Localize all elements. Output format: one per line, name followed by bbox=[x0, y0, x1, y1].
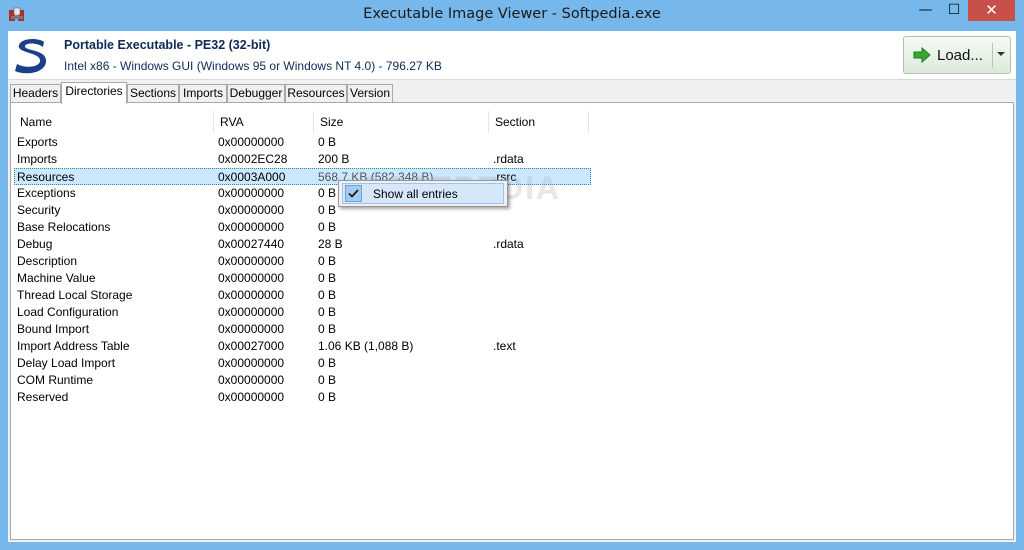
tab-resources[interactable]: Resources bbox=[285, 84, 347, 102]
cell-rva: 0x00000000 bbox=[218, 271, 285, 285]
cell-size: 0 B bbox=[318, 356, 337, 370]
cell-rva: 0x0002EC28 bbox=[218, 152, 288, 166]
cell-name: Import Address Table bbox=[17, 339, 130, 353]
tab-headers[interactable]: Headers bbox=[10, 84, 61, 102]
cell-name: Thread Local Storage bbox=[17, 288, 133, 302]
cell-size: 0 B bbox=[318, 254, 337, 268]
file-header: Portable Executable - PE32 (32-bit) Inte… bbox=[8, 31, 1016, 80]
cell-size: 0 B bbox=[318, 390, 337, 404]
column-header-rva[interactable]: RVA bbox=[214, 111, 314, 133]
context-menu: Show all entries bbox=[338, 180, 508, 207]
cell-size: 0 B bbox=[318, 186, 337, 200]
table-row[interactable]: Delay Load Import 0x00000000 0 B bbox=[14, 355, 591, 372]
app-window: Executable Image Viewer - Softpedia.exe … bbox=[0, 0, 1024, 550]
cell-rva: 0x00000000 bbox=[218, 135, 285, 149]
cell-rva: 0x00027000 bbox=[218, 339, 285, 353]
cell-name: Debug bbox=[17, 237, 53, 251]
column-header-size[interactable]: Size bbox=[314, 111, 489, 133]
cell-section: .text bbox=[493, 339, 516, 353]
cell-name: Description bbox=[17, 254, 78, 268]
cell-name: Delay Load Import bbox=[17, 356, 116, 370]
menu-item-label: Show all entries bbox=[373, 187, 458, 201]
tab-imports[interactable]: Imports bbox=[179, 84, 227, 102]
client-area: Portable Executable - PE32 (32-bit) Inte… bbox=[8, 31, 1016, 542]
directories-panel: Name RVA Size Section Exports 0x00000000… bbox=[10, 102, 1014, 540]
cell-name: Base Relocations bbox=[17, 220, 111, 234]
window-title: Executable Image Viewer - Softpedia.exe bbox=[363, 6, 661, 22]
table-row[interactable]: Imports 0x0002EC28 200 B .rdata bbox=[14, 151, 591, 168]
cell-rva: 0x00000000 bbox=[218, 220, 285, 234]
maximize-button[interactable]: ☐ bbox=[940, 0, 968, 21]
cell-section: .rdata bbox=[493, 152, 524, 166]
softpedia-logo bbox=[15, 38, 47, 74]
cell-name: Security bbox=[17, 203, 61, 217]
table-row[interactable]: Description 0x00000000 0 B bbox=[14, 253, 591, 270]
cell-rva: 0x00000000 bbox=[218, 186, 285, 200]
column-header-name[interactable]: Name bbox=[14, 111, 214, 133]
file-type-label: Portable Executable - PE32 (32-bit) bbox=[64, 38, 271, 52]
cell-rva: 0x00000000 bbox=[218, 203, 285, 217]
cell-rva: 0x00000000 bbox=[218, 322, 285, 336]
cell-size: 0 B bbox=[318, 288, 337, 302]
cell-section: .rdata bbox=[493, 237, 524, 251]
cell-name: Load Configuration bbox=[17, 305, 119, 319]
cell-name: Exceptions bbox=[17, 186, 76, 200]
cell-size: 0 B bbox=[318, 322, 337, 336]
cell-size: 200 B bbox=[318, 152, 350, 166]
table-row[interactable]: Exports 0x00000000 0 B bbox=[14, 134, 591, 151]
checkmark-icon bbox=[345, 185, 362, 202]
cell-size: 28 B bbox=[318, 237, 343, 251]
table-row[interactable]: Base Relocations 0x00000000 0 B bbox=[14, 219, 591, 236]
cell-name: Resources bbox=[17, 170, 75, 184]
column-header-section[interactable]: Section bbox=[489, 111, 589, 133]
cell-size: 0 B bbox=[318, 135, 337, 149]
load-button-label: Load... bbox=[937, 47, 983, 64]
tab-directories[interactable]: Directories bbox=[61, 82, 127, 104]
cell-name: Reserved bbox=[17, 390, 69, 404]
cell-size: 0 B bbox=[318, 271, 337, 285]
cell-size: 1.06 KB (1,088 B) bbox=[318, 339, 414, 353]
tab-sections[interactable]: Sections bbox=[127, 84, 179, 102]
table-row[interactable]: Load Configuration 0x00000000 0 B bbox=[14, 304, 591, 321]
table-row[interactable]: Reserved 0x00000000 0 B bbox=[14, 389, 591, 406]
green-arrow-icon bbox=[913, 47, 931, 63]
table-row[interactable]: Bound Import 0x00000000 0 B bbox=[14, 321, 591, 338]
tab-debugger[interactable]: Debugger bbox=[227, 84, 285, 102]
table-row[interactable]: Debug 0x00027440 28 B .rdata bbox=[14, 236, 591, 253]
cell-name: Exports bbox=[17, 135, 58, 149]
table-row[interactable]: COM Runtime 0x00000000 0 B bbox=[14, 372, 591, 389]
file-info-label: Intel x86 - Windows GUI (Windows 95 or W… bbox=[64, 59, 442, 73]
chevron-down-icon[interactable] bbox=[997, 52, 1005, 56]
cell-rva: 0x00000000 bbox=[218, 288, 285, 302]
cell-size: 0 B bbox=[318, 305, 337, 319]
cell-name: COM Runtime bbox=[17, 373, 94, 387]
cell-size: 0 B bbox=[318, 373, 337, 387]
cell-rva: 0x00000000 bbox=[218, 356, 285, 370]
tab-version[interactable]: Version bbox=[347, 84, 393, 102]
cell-rva: 0x0003A000 bbox=[218, 170, 286, 184]
cell-size: 0 B bbox=[318, 220, 337, 234]
table-row[interactable]: Import Address Table 0x00027000 1.06 KB … bbox=[14, 338, 591, 355]
cell-name: Imports bbox=[17, 152, 58, 166]
load-button-divider bbox=[992, 43, 993, 68]
close-button[interactable]: ✕ bbox=[968, 0, 1015, 21]
load-button[interactable]: Load... bbox=[903, 36, 1011, 74]
cell-rva: 0x00027440 bbox=[218, 237, 285, 251]
minimize-button[interactable]: — bbox=[911, 0, 940, 21]
menu-item-show-all-entries[interactable]: Show all entries bbox=[342, 183, 504, 204]
cell-rva: 0x00000000 bbox=[218, 254, 285, 268]
table-row[interactable]: Machine Value 0x00000000 0 B bbox=[14, 270, 591, 287]
cell-name: Bound Import bbox=[17, 322, 90, 336]
cell-name: Machine Value bbox=[17, 271, 96, 285]
title-bar[interactable]: Executable Image Viewer - Softpedia.exe … bbox=[0, 0, 1024, 31]
cell-rva: 0x00000000 bbox=[218, 305, 285, 319]
cell-rva: 0x00000000 bbox=[218, 390, 285, 404]
table-row[interactable]: Thread Local Storage 0x00000000 0 B bbox=[14, 287, 591, 304]
cell-rva: 0x00000000 bbox=[218, 373, 285, 387]
cell-size: 0 B bbox=[318, 203, 337, 217]
